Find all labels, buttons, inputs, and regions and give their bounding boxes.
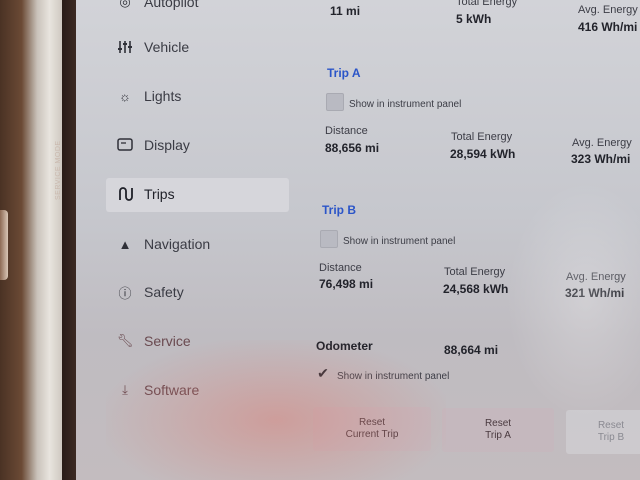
sidebar-item-autopilot[interactable]: ◎ Autopilot: [116, 0, 198, 14]
navigation-arrow-icon: ▲: [118, 236, 132, 252]
sidebar-item-navigation[interactable]: ▲ Navigation: [116, 232, 211, 256]
trip-b-show-checkbox[interactable]: [320, 230, 338, 248]
service-mode-label: SERVICE MODE: [55, 140, 62, 200]
info-circle-icon: ⓘ: [118, 285, 132, 301]
screen: ◎ Autopilot Vehicle ☼ Lights Display Tri…: [76, 0, 640, 480]
trip-a-total-energy-value: 28,594 kWh: [450, 147, 516, 161]
trip-a-show-label: Show in instrument panel: [349, 99, 462, 110]
trip-b-avg-energy-label: Avg. Energy: [566, 271, 626, 283]
sidebar-item-label: Navigation: [144, 236, 211, 252]
sidebar-item-safety[interactable]: ⓘ Safety: [116, 280, 184, 304]
trip-a-avg-energy-label: Avg. Energy: [572, 137, 632, 149]
trip-b-avg-energy-value: 321 Wh/mi: [565, 286, 625, 300]
sidebar-item-service[interactable]: 🔧︎ Service: [116, 329, 191, 353]
reset-trip-a-line2: Trip A: [485, 430, 511, 441]
trip-b-title: Trip B: [322, 203, 357, 217]
trips-icon: [116, 185, 134, 203]
reset-trip-b-line2: Trip B: [597, 432, 625, 443]
trip-a-distance-value: 88,656 mi: [325, 141, 380, 155]
current-trip-avg-energy-value: 416 Wh/mi: [578, 20, 638, 34]
current-trip-total-energy-value: 5 kWh: [456, 12, 492, 26]
sidebar-item-trips[interactable]: Trips: [116, 182, 175, 206]
reset-trip-b-line1: Reset: [597, 420, 625, 431]
current-trip-avg-energy-label: Avg. Energy: [578, 4, 638, 16]
sidebar-item-software[interactable]: ⤓ Software: [116, 378, 199, 402]
sliders-icon: [116, 38, 134, 56]
odometer-show-checkbox[interactable]: ✔: [314, 364, 332, 382]
reset-trip-a-button[interactable]: Reset Trip A: [442, 408, 554, 452]
sidebar-item-label: Display: [144, 137, 190, 153]
trip-a-distance-label: Distance: [325, 125, 368, 137]
odometer-show-label: Show in instrument panel: [337, 371, 450, 382]
sidebar-item-label: Safety: [144, 284, 184, 300]
odometer-value: 88,664 mi: [444, 343, 499, 357]
trip-a-show-checkbox[interactable]: [326, 93, 344, 111]
reset-current-trip-line2: Current Trip: [345, 429, 399, 440]
sidebar-item-display[interactable]: Display: [116, 133, 190, 157]
bezel-left: [0, 0, 62, 480]
sidebar-item-label: Autopilot: [144, 0, 199, 10]
sidebar-item-label: Service: [144, 333, 191, 349]
sidebar-item-label: Lights: [144, 88, 182, 104]
reset-current-trip-button[interactable]: Reset Current Trip: [313, 407, 431, 451]
trip-b-show-label: Show in instrument panel: [343, 236, 456, 247]
bezel-strip: [62, 0, 76, 480]
display-icon: [116, 136, 134, 154]
sidebar-item-label: Trips: [144, 186, 175, 202]
reset-current-trip-line1: Reset: [358, 417, 386, 428]
reset-trip-a-line1: Reset: [484, 418, 512, 429]
bezel-knob: [0, 210, 8, 280]
sidebar-item-label: Vehicle: [144, 39, 190, 55]
current-trip-total-energy-label: Total Energy: [456, 0, 518, 8]
trip-b-total-energy-label: Total Energy: [444, 266, 506, 278]
sidebar-item-label: Software: [144, 382, 200, 398]
trip-b-distance-value: 76,498 mi: [319, 277, 374, 291]
sidebar-item-vehicle[interactable]: Vehicle: [116, 35, 189, 59]
trip-b-total-energy-value: 24,568 kWh: [443, 282, 509, 296]
download-icon: ⤓: [122, 382, 128, 397]
sidebar-item-lights[interactable]: ☼ Lights: [116, 84, 181, 108]
trip-a-title: Trip A: [327, 66, 361, 80]
current-trip-distance-value: 11 mi: [330, 4, 361, 18]
reset-trip-b-button[interactable]: Reset Trip B: [566, 410, 640, 454]
trip-b-distance-label: Distance: [319, 262, 362, 274]
trip-a-total-energy-label: Total Energy: [451, 131, 513, 143]
steering-wheel-icon: ◎: [119, 0, 131, 9]
odometer-label: Odometer: [316, 339, 373, 353]
wrench-icon: 🔧︎: [116, 333, 134, 348]
screen-glare-right: [506, 180, 640, 420]
trip-a-avg-energy-value: 323 Wh/mi: [571, 152, 631, 166]
sun-icon: ☼: [119, 88, 131, 104]
